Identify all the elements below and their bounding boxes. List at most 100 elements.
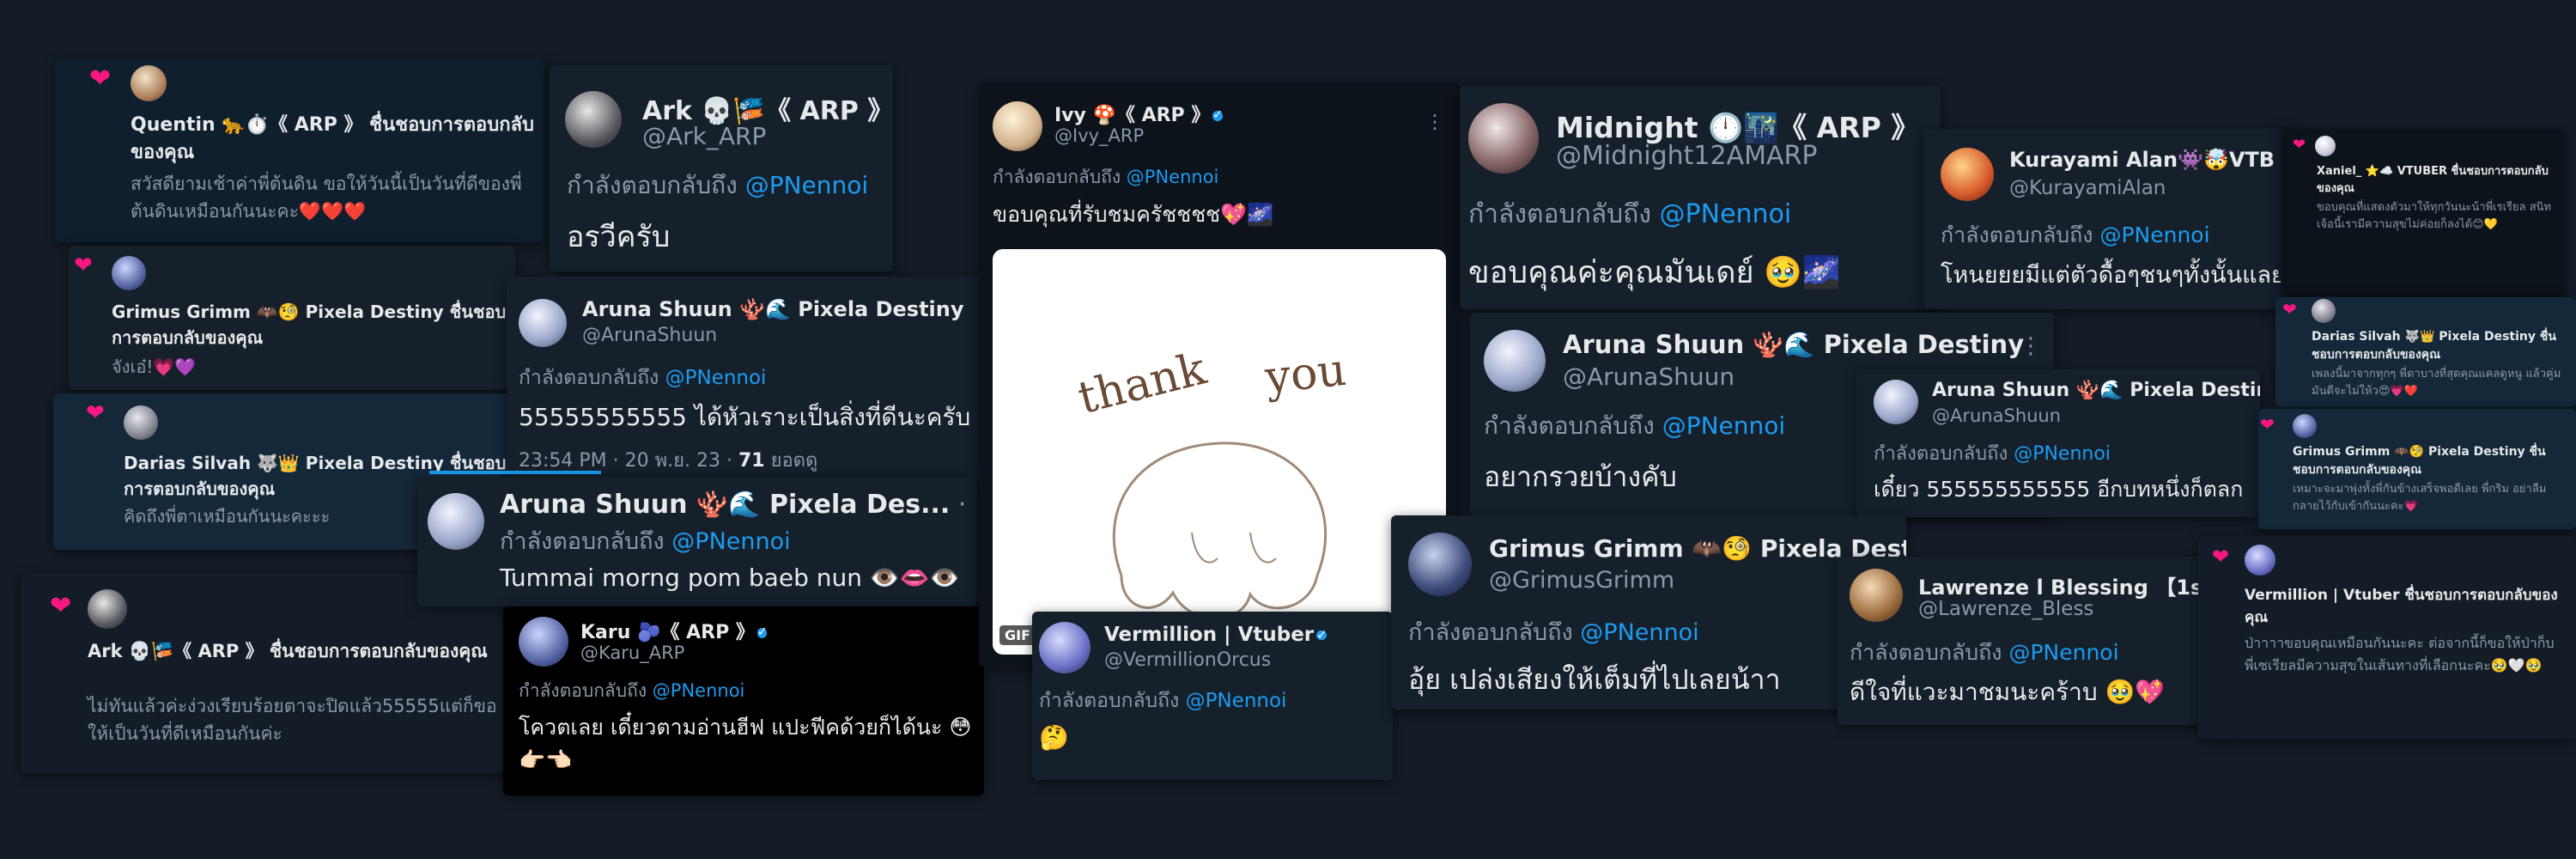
notification-quentin[interactable]: ❤ Quentin 🐆⏱️《 ARP 》 ชื่นชอบการตอบกลับขอ… — [55, 60, 544, 242]
notification-title: Grimus Grimm 🦇🧐 Pixela Destiny ชื่นชอบกา… — [112, 302, 507, 348]
mention-link[interactable]: @PNennoi — [2008, 640, 2118, 665]
notification-title: Ark 💀🎏《 ARP 》 ชื่นชอบการตอบกลับของคุณ — [88, 641, 488, 661]
user-handle[interactable]: @ArunaShuun — [1932, 405, 2061, 426]
avatar[interactable] — [2293, 414, 2317, 438]
avatar[interactable] — [124, 405, 158, 440]
display-name[interactable]: Aruna Shuun 🪸🌊 Pixela Destiny — [1563, 330, 2024, 360]
notification-body: เหมาะจะมาพุ่งทั้งพี่กันข้างเสร็จพอดีเลย … — [2293, 483, 2547, 513]
notification-grimus-left[interactable]: ❤ Grimus Grimm 🦇🧐 Pixela Destiny ชื่นชอบ… — [69, 246, 515, 390]
verified-badge-icon: ✓ — [1316, 626, 1327, 643]
notification-title: Vermillion | Vtuber ชื่นชอบการตอบกลับของ… — [2245, 587, 2558, 626]
tweet-lawrenze[interactable]: Lawrenze l Blessing 【1st @Lawrenze_Bless… — [1838, 557, 2233, 725]
avatar[interactable] — [131, 65, 167, 101]
mention-link[interactable]: @PNennoi — [2014, 443, 2111, 465]
user-handle[interactable]: @ArunaShuun — [1563, 362, 1735, 391]
replying-to-label: กำลังตอบกลับถึง — [1039, 690, 1180, 712]
tweet-text: อุ้ย เปล่งเสียงให้เต็มที่ไปเลยน้าา — [1408, 663, 1781, 696]
user-handle[interactable]: @KurayamiAlan — [2009, 177, 2166, 199]
avatar[interactable] — [993, 101, 1042, 151]
display-name[interactable]: Aruna Shuun 🪸🌊 Pixela Des... · 18m — [500, 490, 977, 520]
tweet-text: Tummai morng pom baeb nun 👁️👄👁️ — [500, 564, 960, 592]
avatar[interactable] — [2315, 136, 2336, 156]
avatar[interactable] — [565, 91, 622, 148]
reply-context: กำลังตอบกลับถึง @PNennoi — [1941, 218, 2210, 253]
reply-context: กำลังตอบกลับถึง @PNennoi — [519, 677, 744, 705]
avatar[interactable] — [1468, 103, 1539, 174]
display-name[interactable]: Vermillion | Vtuber ✓ — [1104, 624, 1327, 646]
gif-media[interactable]: thank you GIF — [993, 249, 1446, 655]
tweet-text: โหนยยยมีแต่ตัวดื้อๆชนๆทั้งนั้นแลยยย🤭 — [1941, 262, 2293, 289]
user-handle[interactable]: @Ark_ARP — [642, 122, 766, 150]
notification-title: Grimus Grimm 🦇🧐 Pixela Destiny ชื่นชอบกา… — [2293, 445, 2546, 477]
tweet-aruna-1[interactable]: Aruna Shuun 🪸🌊 Pixela Destiny @ArunaShuu… — [507, 277, 987, 479]
display-name[interactable]: Ivy 🍄《 ARP 》 ✓ — [1054, 100, 1223, 127]
mention-link[interactable]: @PNennoi — [745, 171, 868, 199]
notification-body: ไม่ทันแล้วค่ะง่วงเรียบร้อยตาจะปิดแล้ว555… — [88, 696, 497, 744]
avatar[interactable] — [519, 299, 567, 347]
display-name[interactable]: Karu 🫐《 ARP 》 ✓ — [580, 617, 768, 644]
display-name[interactable]: Kurayami Alan👾🤯VTB — [2009, 148, 2275, 172]
display-name[interactable]: Aruna Shuun 🪸🌊 Pixela Destiny — [582, 297, 964, 321]
avatar[interactable] — [1850, 569, 1903, 622]
display-name[interactable]: Lawrenze l Blessing 【1st — [1918, 570, 2213, 600]
mention-link[interactable]: @PNennoi — [1127, 167, 1219, 187]
avatar[interactable] — [1941, 148, 1994, 201]
avatar[interactable] — [2245, 545, 2275, 576]
tweet-text: อรวีครับ — [567, 220, 671, 254]
mention-link[interactable]: @PNennoi — [1580, 619, 1698, 646]
gif-caption-thank: thank — [1073, 343, 1212, 424]
mention-link[interactable]: @PNennoi — [1662, 411, 1785, 440]
replying-to-label: กำลังตอบกลับถึง — [1850, 640, 2002, 665]
user-handle[interactable]: @VermillionOrcus — [1104, 649, 1271, 671]
tweet-grimus[interactable]: Grimus Grimm 🦇🧐 Pixela Destiny @GrimusGr… — [1391, 515, 1906, 710]
mention-link[interactable]: @PNennoi — [1660, 199, 1792, 229]
mention-link[interactable]: @PNennoi — [665, 367, 767, 389]
tweet-ark[interactable]: Ark 💀🎏《 ARP 》 @Ark_ARP กำลังตอบกลับถึง @… — [550, 65, 893, 271]
reply-context: กำลังตอบกลับถึง @PNennoi — [1039, 685, 1286, 716]
tweet-text: 🤔 — [1039, 723, 1069, 752]
tweet-text: เดี๋ยว 555555555555 อีกบทหนึ่งก็ตลก — [1874, 477, 2244, 502]
tweet-aruna-2[interactable]: Aruna Shuun 🪸🌊 Pixela Des... · 18m กำลัง… — [417, 478, 977, 606]
mention-link[interactable]: @PNennoi — [2099, 222, 2209, 247]
notification-vermillion[interactable]: ❤ Vermillion | Vtuber ชื่นชอบการตอบกลับข… — [2198, 536, 2576, 739]
tweet-kurayami[interactable]: Kurayami Alan👾🤯VTB @KurayamiAlan กำลังตอ… — [1923, 129, 2293, 309]
display-name[interactable]: Midnight 🕛🌃《 ARP 》 — [1556, 105, 1919, 146]
user-handle[interactable]: @ArunaShuun — [582, 325, 717, 346]
more-options-icon[interactable]: ⋮ — [2020, 333, 2043, 359]
avatar[interactable] — [88, 589, 127, 629]
mention-link[interactable]: @PNennoi — [1186, 690, 1287, 712]
heart-icon: ❤ — [89, 64, 112, 94]
avatar[interactable] — [1408, 533, 1472, 596]
mention-link[interactable]: @PNennoi — [671, 528, 790, 555]
notification-body: ป่าาาาขอบคุณเหมือนกันนะคะ ต่อจากนี้ก็ขอใ… — [2245, 635, 2555, 673]
user-handle[interactable]: @Lawrenze_Bless — [1918, 598, 2093, 620]
avatar[interactable] — [1484, 330, 1546, 392]
user-handle[interactable]: @Ivy_ARP — [1054, 125, 1144, 146]
avatar[interactable] — [1039, 622, 1091, 673]
more-options-icon[interactable]: ⋮ — [1425, 112, 1445, 133]
tweet-aruna-4[interactable]: Aruna Shuun 🪸🌊 Pixela Destiny @ArunaShuu… — [1856, 369, 2260, 517]
tweet-vermillion[interactable]: Vermillion | Vtuber ✓ @VermillionOrcus กำ… — [1032, 612, 1393, 780]
notification-darias-right[interactable]: ❤ Darias Silvah 🐺👑 Pixela Destiny ชื่นชอ… — [2275, 297, 2576, 407]
notification-grimus-right[interactable]: ❤ Grimus Grimm 🦇🧐 Pixela Destiny ชื่นชอบ… — [2258, 409, 2576, 529]
avatar[interactable] — [2312, 299, 2336, 323]
tweet-midnight[interactable]: Midnight 🕛🌃《 ARP 》 @Midnight12AMARP กำลั… — [1460, 86, 1941, 309]
avatar[interactable] — [1874, 380, 1918, 424]
avatar[interactable] — [112, 256, 146, 290]
user-handle[interactable]: @GrimusGrimm — [1489, 567, 1674, 594]
mention-link[interactable]: @PNennoi — [653, 680, 745, 701]
user-handle[interactable]: @Midnight12AMARP — [1556, 141, 1817, 171]
user-handle[interactable]: @Karu_ARP — [580, 643, 684, 663]
reply-context: กำลังตอบกลับถึง @PNennoi — [993, 163, 1218, 192]
avatar[interactable] — [519, 617, 568, 667]
tweet-karu[interactable]: Karu 🫐《 ARP 》 ✓ @Karu_ARP กำลังตอบกลับถึง… — [503, 606, 984, 795]
display-name[interactable]: Aruna Shuun 🪸🌊 Pixela Destiny — [1932, 380, 2260, 401]
selection-bar — [429, 471, 601, 474]
display-name-text: Aruna Shuun 🪸🌊 Pixela Des... — [500, 490, 951, 520]
notification-xaniel[interactable]: ❤ Xaniel_ ⭐☁️ VTUBER ชื่นชอบการตอบกลับขอ… — [2281, 129, 2564, 297]
replying-to-label: กำลังตอบกลับถึง — [519, 680, 647, 701]
tweet-timestamp[interactable]: 23:54 PM · 20 พ.ย. 23 · — [519, 450, 738, 472]
tweet-ivy[interactable]: Ivy 🍄《 ARP 》 ✓ @Ivy_ARP ⋮ กำลังตอบกลับถึง… — [979, 82, 1460, 667]
avatar[interactable] — [428, 493, 484, 550]
notification-body: ขอบคุณที่แสดงตัวมาให้ทุกวันนะน้าพี่เรเรี… — [2317, 201, 2552, 231]
